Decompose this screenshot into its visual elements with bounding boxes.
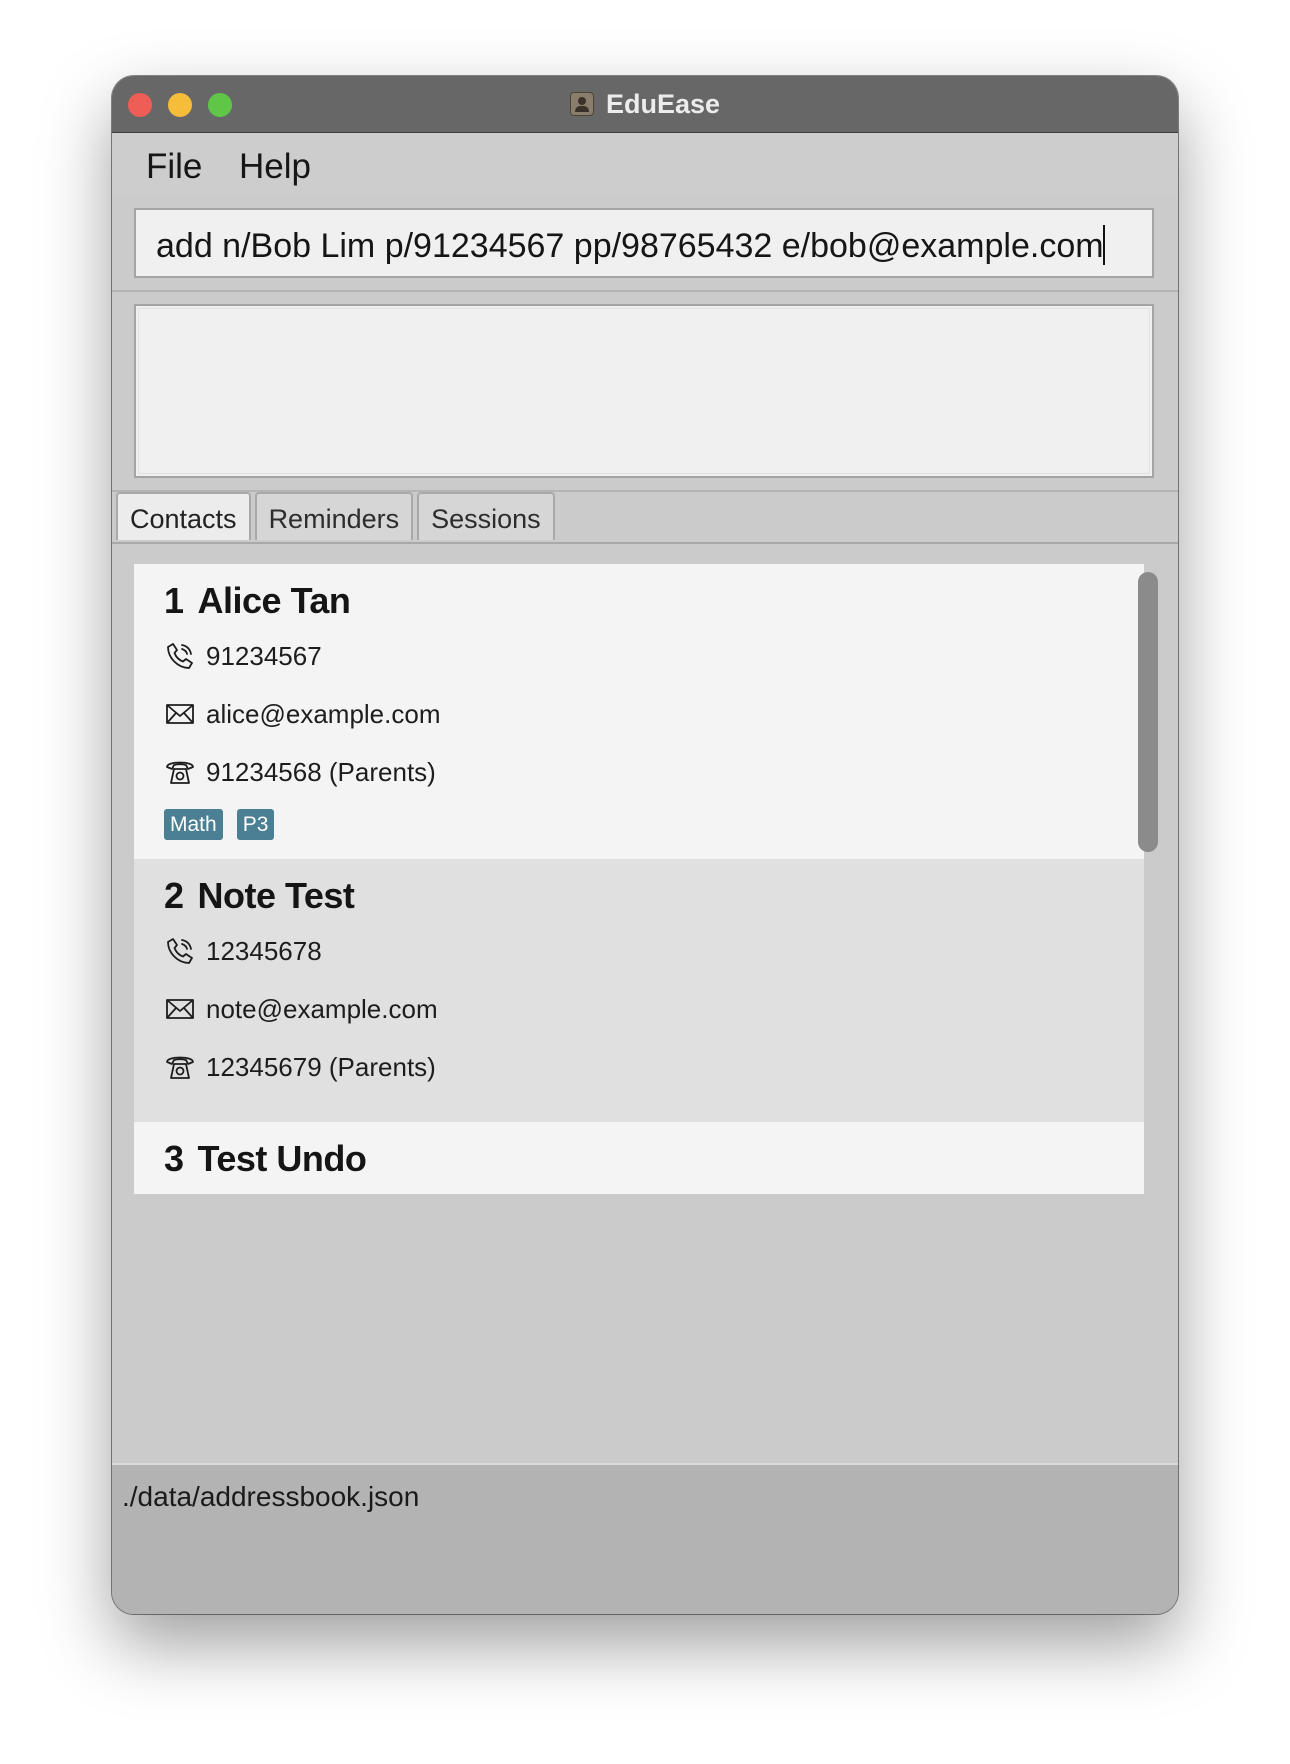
menu-bar: File Help — [112, 133, 1178, 195]
menu-help[interactable]: Help — [239, 147, 311, 187]
contact-tags: Math P3 — [164, 801, 1144, 853]
contact-parent-phone: 91234568 (Parents) — [206, 756, 436, 787]
scrollbar-thumb[interactable] — [1138, 572, 1158, 852]
contact-email-row: note@example.com — [164, 980, 1144, 1038]
tag-badge: Math — [164, 808, 223, 840]
contact-name: Test Undo — [197, 1138, 367, 1179]
telephone-icon — [166, 1056, 194, 1079]
contact-parent-phone-row: 12345679 (Parents) — [164, 1038, 1144, 1096]
save-location: ./data/addressbook.json — [122, 1481, 420, 1512]
tab-bar: Contacts Reminders Sessions — [116, 492, 559, 542]
contact-phone: 12345678 — [206, 935, 322, 966]
menu-file[interactable]: File — [146, 147, 202, 187]
app-window: EduEase File Help add n/Bob Lim p/912345… — [112, 76, 1178, 1614]
contact-parent-phone-row: 91234568 (Parents) — [164, 743, 1144, 801]
contact-card[interactable]: 1 Alice Tan 91234567 alice@example.com 9… — [134, 564, 1144, 859]
contacts-app-icon — [569, 92, 594, 116]
contact-email: note@example.com — [206, 993, 438, 1024]
contact-phone-row: 91234567 — [164, 627, 1144, 685]
contact-card[interactable]: 3 Test Undo — [134, 1122, 1144, 1194]
tab-contacts[interactable]: Contacts — [116, 492, 251, 540]
envelope-icon — [166, 704, 194, 724]
contact-title: 1 Alice Tan — [164, 564, 1144, 627]
contact-email: alice@example.com — [206, 698, 441, 729]
contact-parent-phone: 12345679 (Parents) — [206, 1051, 436, 1082]
contact-name: Note Test — [197, 875, 355, 916]
contact-index: 1 — [164, 580, 184, 621]
tab-reminders[interactable]: Reminders — [254, 492, 414, 540]
command-input[interactable]: add n/Bob Lim p/91234567 pp/98765432 e/b… — [134, 208, 1154, 278]
contact-card[interactable]: 2 Note Test 12345678 note@example.com 12… — [134, 859, 1144, 1122]
contact-name: Alice Tan — [197, 580, 351, 621]
contact-email-row: alice@example.com — [164, 685, 1144, 743]
contact-phone-row: 12345678 — [164, 922, 1144, 980]
contact-list-panel: 1 Alice Tan 91234567 alice@example.com 9… — [116, 544, 1176, 1539]
envelope-icon — [166, 999, 194, 1019]
contact-list[interactable]: 1 Alice Tan 91234567 alice@example.com 9… — [134, 564, 1144, 1194]
result-display[interactable] — [134, 304, 1154, 478]
contact-title: 2 Note Test — [164, 859, 1144, 922]
telephone-icon — [166, 761, 194, 784]
tag-badge: P3 — [236, 808, 275, 840]
status-bar: ./data/addressbook.json — [112, 1463, 1178, 1614]
contact-index: 3 — [164, 1138, 184, 1179]
command-input-value: add n/Bob Lim p/91234567 pp/98765432 e/b… — [156, 227, 1104, 265]
title-bar[interactable]: EduEase — [112, 76, 1178, 133]
contact-phone: 91234567 — [206, 640, 322, 671]
contact-title: 3 Test Undo — [164, 1122, 1144, 1185]
window-title: EduEase — [605, 88, 721, 119]
tab-sessions[interactable]: Sessions — [417, 492, 555, 540]
divider — [112, 290, 1178, 292]
contact-index: 2 — [164, 875, 184, 916]
phone-icon — [167, 938, 193, 964]
text-caret — [1102, 225, 1105, 265]
phone-icon — [167, 643, 193, 669]
